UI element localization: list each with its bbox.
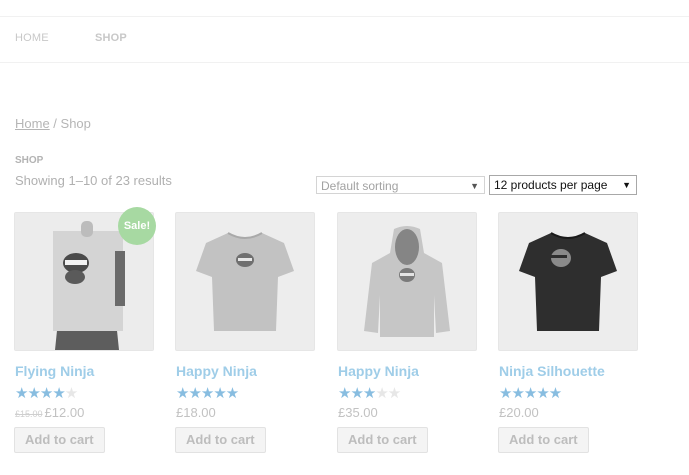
add-to-cart-button[interactable]: Add to cart <box>175 427 266 453</box>
star-icon: ★★★★ <box>15 385 66 402</box>
current-price: £18.00 <box>176 405 216 420</box>
product-title[interactable]: Happy Ninja <box>338 363 419 379</box>
product-title[interactable]: Happy Ninja <box>176 363 257 379</box>
star-rating: ★★★★★ <box>176 384 239 402</box>
nav-home-link[interactable]: HOME <box>15 32 49 44</box>
top-navigation: HOME SHOP <box>0 16 689 63</box>
product-image[interactable] <box>175 212 315 351</box>
grey-hoodie-image <box>364 226 450 337</box>
sort-select-value: Default sorting <box>321 179 399 193</box>
product-image[interactable] <box>498 212 638 351</box>
star-icon: ★★★★★ <box>176 385 239 402</box>
product-price: £15.00 £12.00 <box>15 405 84 420</box>
dropdown-arrow-icon: ▼ <box>470 181 479 191</box>
sale-badge: Sale! <box>118 207 156 245</box>
add-to-cart-button[interactable]: Add to cart <box>337 427 428 453</box>
breadcrumb: Home / Shop <box>15 116 91 131</box>
star-icon: ★★★★★ <box>499 385 562 402</box>
result-count: Showing 1–10 of 23 results <box>15 173 172 188</box>
star-rating: ★★★★★ <box>499 384 562 402</box>
current-price: £12.00 <box>44 405 85 420</box>
nav-shop-link[interactable]: SHOP <box>95 32 127 44</box>
old-price: £15.00 <box>15 409 43 419</box>
product-title[interactable]: Flying Ninja <box>15 363 94 379</box>
current-price: £35.00 <box>338 405 378 420</box>
star-rating: ★★★★★ <box>338 384 401 402</box>
star-rating: ★★★★★ <box>15 384 78 402</box>
black-tshirt-image <box>519 232 617 331</box>
breadcrumb-current: Shop <box>60 116 91 131</box>
per-page-select[interactable]: 12 products per page ▼ <box>489 175 637 195</box>
breadcrumb-separator: / <box>49 116 61 131</box>
add-to-cart-button[interactable]: Add to cart <box>14 427 105 453</box>
product-price: £35.00 <box>338 405 378 420</box>
product-price: £18.00 <box>176 405 216 420</box>
product-image[interactable] <box>337 212 477 351</box>
star-empty-icon: ★★ <box>375 385 401 402</box>
star-icon: ★★★ <box>338 385 376 402</box>
dropdown-arrow-icon: ▼ <box>622 180 631 190</box>
grey-tshirt-image <box>196 232 294 331</box>
per-page-select-value: 12 products per page <box>494 178 608 192</box>
add-to-cart-button[interactable]: Add to cart <box>498 427 589 453</box>
page-title: SHOP <box>15 155 44 166</box>
breadcrumb-home-link[interactable]: Home <box>15 116 50 131</box>
sort-select[interactable]: Default sorting ▼ <box>316 176 485 194</box>
product-price: £20.00 <box>499 405 539 420</box>
current-price: £20.00 <box>499 405 539 420</box>
star-empty-icon: ★ <box>64 385 78 402</box>
product-title[interactable]: Ninja Silhouette <box>499 363 605 379</box>
